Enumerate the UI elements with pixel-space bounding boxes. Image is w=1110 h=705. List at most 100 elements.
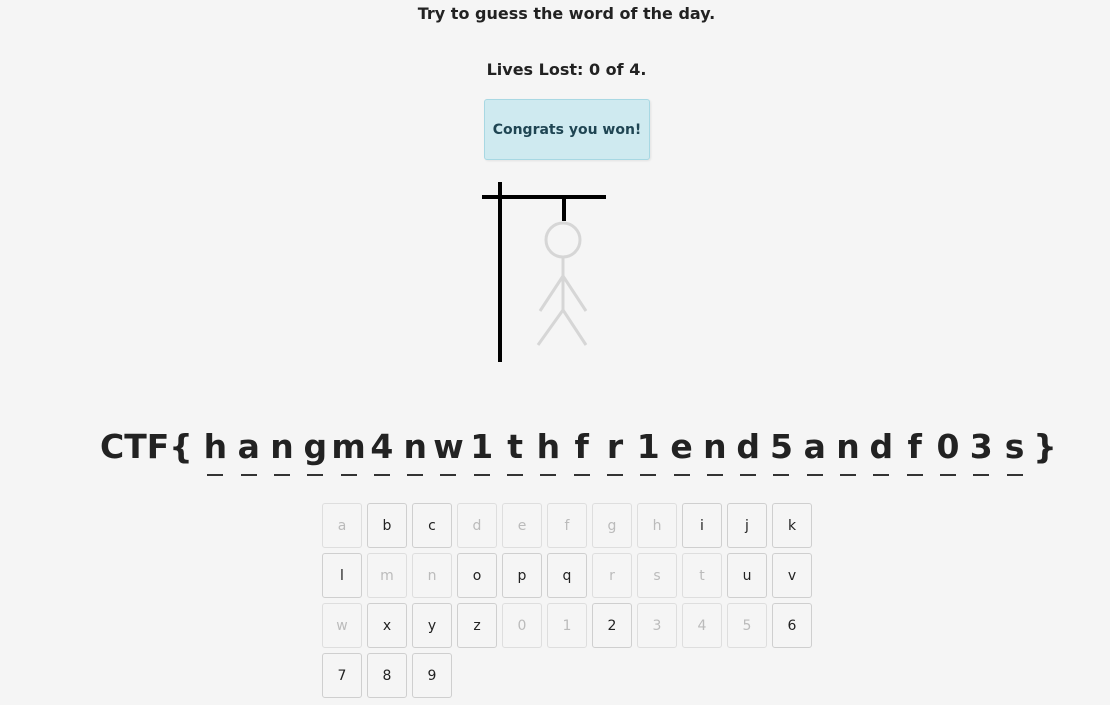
key-c[interactable]: c [412, 503, 452, 548]
key-4[interactable]: 4 [682, 603, 722, 648]
letter-underline [573, 474, 590, 476]
letter-char: g [303, 427, 328, 466]
key-m[interactable]: m [367, 553, 407, 598]
letter-keyboard: abcdefghijk lmnopqrstuv wxyz0123456 789 [322, 503, 812, 698]
key-5[interactable]: 5 [727, 603, 767, 648]
letter-underline [274, 474, 290, 476]
letter-char: f [907, 427, 922, 466]
letter-char: a [237, 427, 260, 466]
letter-char: n [836, 427, 860, 466]
letter-slot: r [598, 426, 631, 476]
letter-underline [340, 474, 357, 476]
instruction-text: Try to guess the word of the day. [417, 4, 716, 23]
letter-underline [806, 474, 823, 476]
letter-slot: n [831, 426, 864, 476]
key-2[interactable]: 2 [592, 603, 632, 648]
key-v[interactable]: v [772, 553, 812, 598]
letter-underline [773, 474, 790, 476]
key-a[interactable]: a [322, 503, 362, 548]
letter-char: a [803, 427, 826, 466]
letter-underline [640, 474, 657, 476]
letter-underline [939, 474, 956, 476]
key-p[interactable]: p [502, 553, 542, 598]
key-d[interactable]: d [457, 503, 497, 548]
lives-counter: Lives Lost: 0 of 4. [486, 60, 647, 79]
letter-slot: d [732, 426, 765, 476]
letter-slot: n [265, 426, 298, 476]
letter-underline [407, 474, 424, 476]
key-b[interactable]: b [367, 503, 407, 548]
hangman-drawing [482, 182, 606, 362]
letter-char: 0 [936, 427, 960, 466]
letter-char: 3 [969, 427, 993, 466]
key-u[interactable]: u [727, 553, 767, 598]
letter-slot: n [698, 426, 731, 476]
letter-char: h [536, 427, 561, 466]
letter-char: d [736, 427, 760, 466]
letter-underline [240, 474, 257, 476]
letter-char: w [433, 427, 464, 466]
key-9[interactable]: 9 [412, 653, 452, 698]
letter-slot: f [898, 426, 931, 476]
letter-slot: a [232, 426, 265, 476]
letter-char: 4 [370, 427, 394, 466]
key-g[interactable]: g [592, 503, 632, 548]
letter-slot: d [865, 426, 898, 476]
letter-char: n [270, 427, 294, 466]
letter-underline [507, 474, 524, 476]
letter-slot: g [299, 426, 332, 476]
letter-underline [973, 474, 990, 476]
key-i[interactable]: i [682, 503, 722, 548]
letter-underline [440, 474, 457, 476]
letter-char: 1 [470, 427, 494, 466]
key-0[interactable]: 0 [502, 603, 542, 648]
letter-slots: hangm4nw1thfr1end5andf03s [199, 426, 1031, 476]
letter-char: f [574, 427, 589, 466]
letter-slot: s [998, 426, 1031, 476]
key-l[interactable]: l [322, 553, 362, 598]
letter-char: 5 [769, 427, 793, 466]
win-alert-message: Congrats you won! [492, 121, 642, 138]
key-k[interactable]: k [772, 503, 812, 548]
key-e[interactable]: e [502, 503, 542, 548]
key-z[interactable]: z [457, 603, 497, 648]
key-y[interactable]: y [412, 603, 452, 648]
key-j[interactable]: j [727, 503, 767, 548]
letter-slot: 3 [965, 426, 998, 476]
letter-slot: w [432, 426, 465, 476]
hangman-figure [536, 221, 588, 346]
key-h[interactable]: h [637, 503, 677, 548]
key-o[interactable]: o [457, 553, 497, 598]
letter-underline [1006, 474, 1023, 476]
letter-underline [740, 474, 757, 476]
letter-underline [873, 474, 890, 476]
letter-slot: f [565, 426, 598, 476]
key-x[interactable]: x [367, 603, 407, 648]
letter-underline [906, 474, 923, 476]
key-n[interactable]: n [412, 553, 452, 598]
letter-slot: e [665, 426, 698, 476]
letter-underline [673, 474, 690, 476]
key-f[interactable]: f [547, 503, 587, 548]
key-1[interactable]: 1 [547, 603, 587, 648]
key-7[interactable]: 7 [322, 653, 362, 698]
key-w[interactable]: w [322, 603, 362, 648]
key-r[interactable]: r [592, 553, 632, 598]
win-alert: Congrats you won! [484, 99, 650, 160]
key-t[interactable]: t [682, 553, 722, 598]
letter-slot: n [399, 426, 432, 476]
key-q[interactable]: q [547, 553, 587, 598]
letter-underline [373, 474, 390, 476]
letter-underline [706, 474, 723, 476]
key-s[interactable]: s [637, 553, 677, 598]
key-6[interactable]: 6 [772, 603, 812, 648]
letter-underline [307, 474, 324, 476]
letter-char: d [869, 427, 894, 466]
letter-underline [473, 474, 490, 476]
word-display: CTF{ hangm4nw1thfr1end5andf03s } [100, 426, 1057, 482]
key-8[interactable]: 8 [367, 653, 407, 698]
letter-slot: 0 [931, 426, 964, 476]
key-3[interactable]: 3 [637, 603, 677, 648]
letter-underline [606, 474, 623, 476]
letter-char: m [331, 427, 366, 466]
